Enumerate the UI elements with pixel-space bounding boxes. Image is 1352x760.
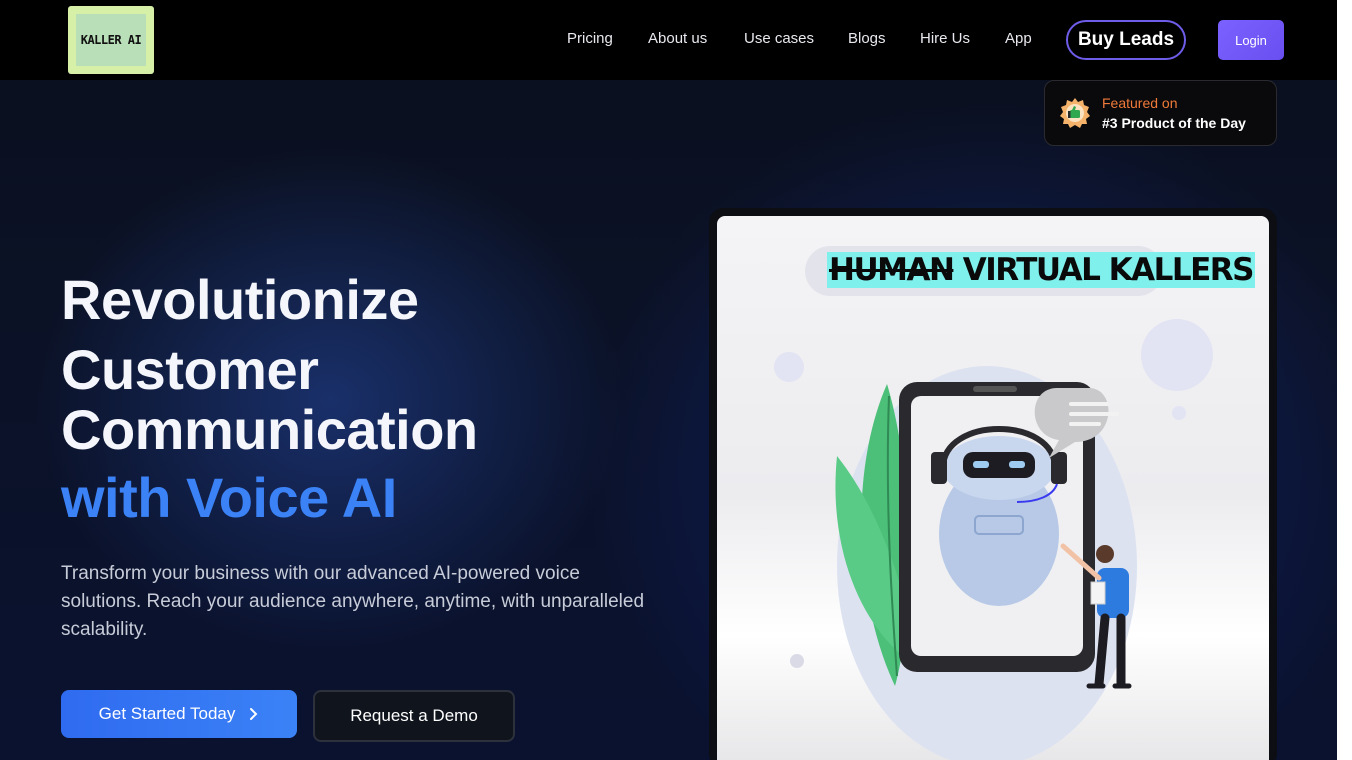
nav-use-cases[interactable]: Use cases <box>744 30 814 47</box>
hero-title-line-1: Revolutionize <box>61 268 419 331</box>
hero-image-card: HUMAN VIRTUAL KALLERS <box>717 216 1269 760</box>
featured-label: Featured on <box>1102 95 1178 111</box>
get-started-label: Get Started Today <box>98 704 236 723</box>
struck-word: HUMAN <box>829 252 955 288</box>
hero-title-highlight: with Voice AI <box>61 466 397 529</box>
scrollbar[interactable] <box>1337 0 1352 760</box>
site-header: KALLER AI Pricing About us Use cases Blo… <box>0 0 1337 80</box>
hero-subtitle: Transform your business with our advance… <box>61 563 645 640</box>
chevron-right-icon <box>250 708 258 720</box>
hero-title-line-2: Customer <box>61 338 319 401</box>
buy-leads-button[interactable]: Buy Leads <box>1066 20 1186 60</box>
product-hunt-medal-icon <box>1060 98 1090 128</box>
nav-blogs[interactable]: Blogs <box>848 30 886 47</box>
robot-phone-illustration <box>774 319 1213 760</box>
nav-pricing[interactable]: Pricing <box>567 30 613 47</box>
page: KALLER AI Pricing About us Use cases Blo… <box>0 0 1337 760</box>
nav-about-us[interactable]: About us <box>648 30 707 47</box>
nav-hire-us[interactable]: Hire Us <box>920 30 970 47</box>
featured-rank: #3 Product of the Day <box>1102 115 1246 131</box>
request-demo-button[interactable]: Request a Demo <box>313 690 515 742</box>
login-button[interactable]: Login <box>1218 20 1284 60</box>
hero-title-line-3: Communication <box>61 398 478 461</box>
get-started-button[interactable]: Get Started Today <box>61 690 297 738</box>
nav-app[interactable]: App <box>1005 30 1032 47</box>
card-headline: HUMAN VIRTUAL KALLERS <box>827 250 1256 290</box>
card-headline-highlight: HUMAN VIRTUAL KALLERS <box>827 252 1256 288</box>
card-headline-rest: VIRTUAL KALLERS <box>962 252 1255 288</box>
featured-badge[interactable]: Featured on #3 Product of the Day <box>1044 80 1277 146</box>
